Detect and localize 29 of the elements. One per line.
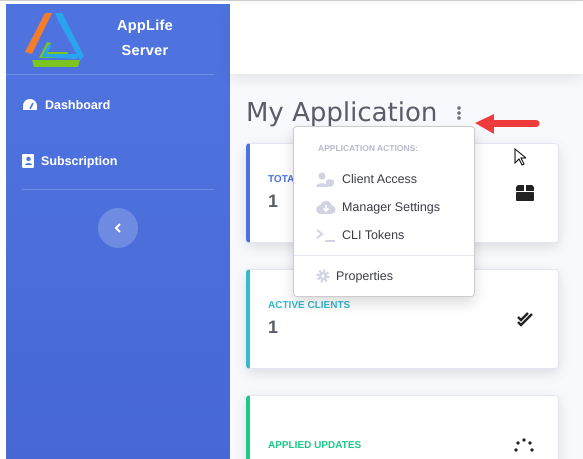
user-shield-icon bbox=[316, 172, 336, 186]
card-label: ACTIVE CLIENTS bbox=[268, 300, 350, 311]
card-value: 1 bbox=[268, 191, 278, 212]
menu-item[interactable]: Client Access bbox=[294, 165, 474, 193]
menu-item[interactable]: Manager Settings bbox=[294, 193, 474, 221]
spinner-icon bbox=[514, 438, 534, 452]
chevron-left-icon bbox=[114, 223, 122, 233]
page-title: My Application bbox=[246, 98, 438, 128]
gauge-icon bbox=[22, 98, 38, 112]
card-label: APPLIED UPDATES bbox=[268, 440, 362, 450]
vertical-dots-icon bbox=[457, 106, 462, 120]
menu-header: APPLICATION ACTIONS: bbox=[317, 143, 420, 153]
card-label: TOTA bbox=[268, 174, 294, 185]
brand-name: AppLife Server bbox=[116, 17, 174, 61]
triangle-logo-icon bbox=[22, 10, 86, 68]
sidebar-item[interactable]: Subscription bbox=[6, 133, 230, 189]
arrow-icon bbox=[474, 112, 542, 136]
cloud-download-icon bbox=[316, 200, 336, 214]
box-icon bbox=[516, 185, 534, 201]
double-check-icon bbox=[517, 312, 534, 326]
terminal-icon bbox=[316, 228, 336, 242]
mouse-pointer-icon bbox=[514, 148, 526, 166]
contact-card-icon bbox=[22, 154, 34, 168]
sidebar-item[interactable]: Dashboard bbox=[6, 77, 230, 133]
gear-icon bbox=[316, 269, 330, 283]
sidebar-toggle-button[interactable] bbox=[98, 208, 138, 248]
card-value: 1 bbox=[268, 317, 278, 338]
menu-item[interactable]: CLI Tokens bbox=[294, 221, 474, 249]
menu-item[interactable]: Properties bbox=[294, 262, 474, 290]
